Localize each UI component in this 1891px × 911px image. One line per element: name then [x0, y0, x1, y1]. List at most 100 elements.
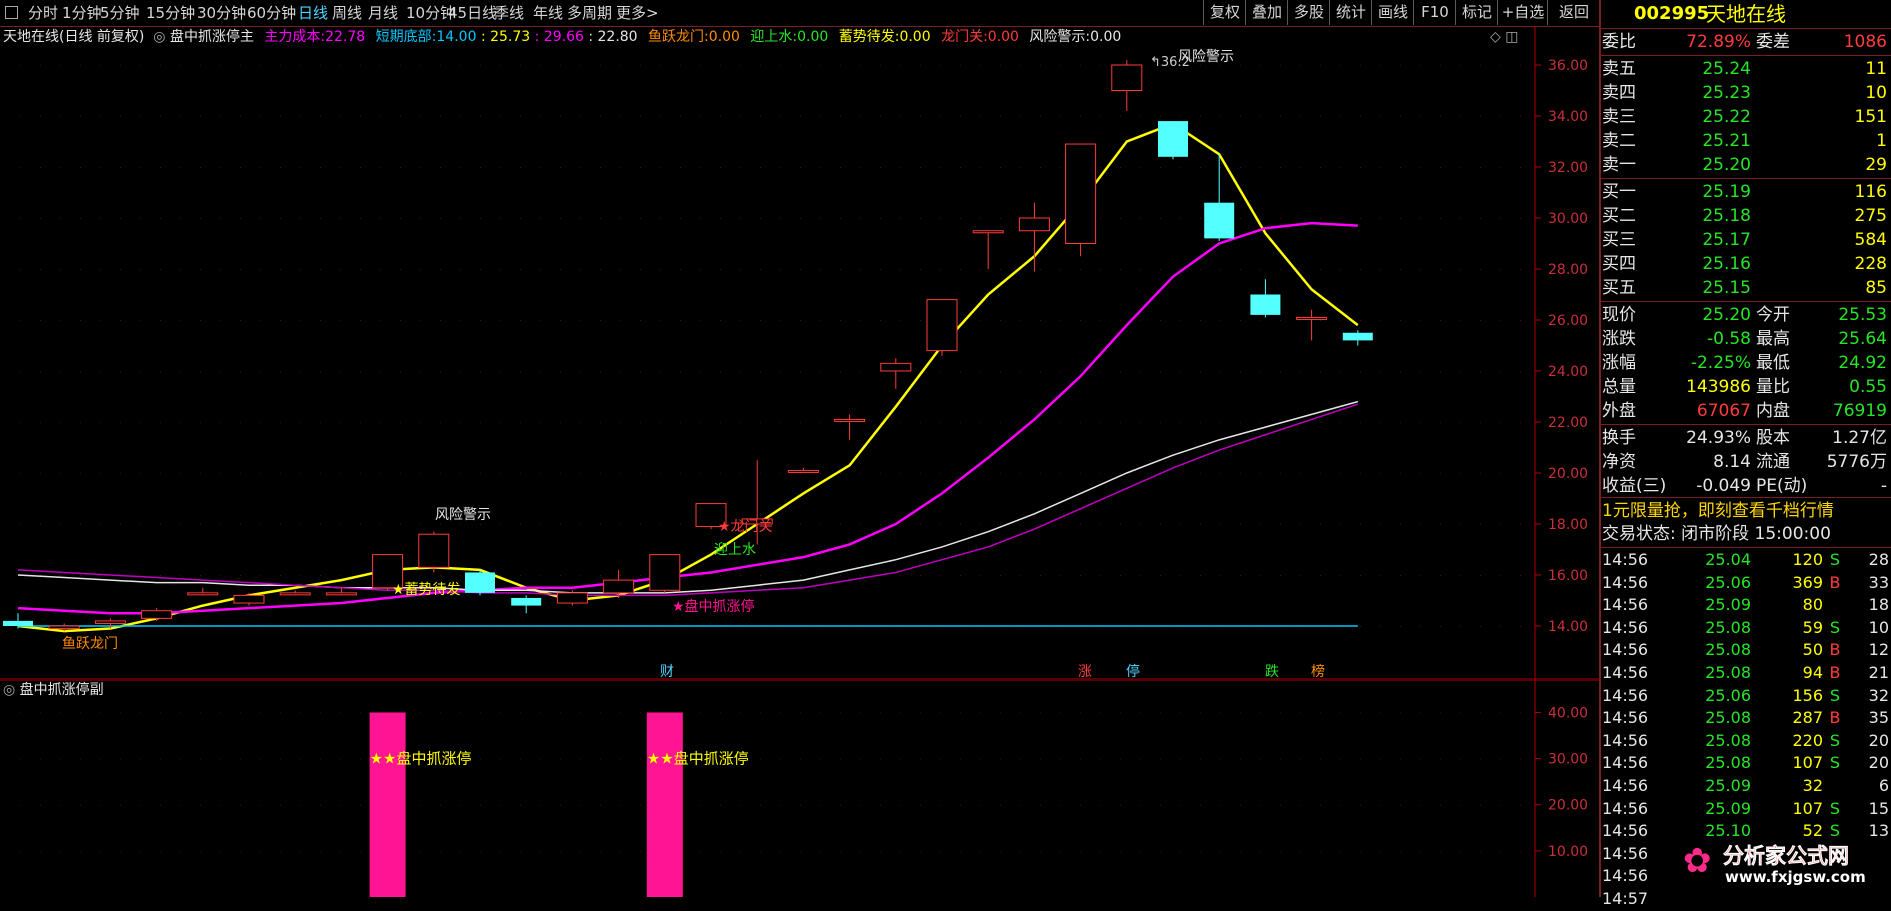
sub-grid-dot	[1400, 758, 1401, 760]
grid-dot	[1240, 218, 1241, 219]
grid-dot	[400, 473, 401, 474]
main-kline-chart[interactable]: 14.00 16.00 18.00 20.00 22.00 24.00 26.00 28.00…	[0, 26, 1599, 680]
grid-dot	[240, 524, 241, 525]
grid-dot	[460, 167, 461, 168]
grid-dot	[40, 218, 41, 219]
grid-dot	[600, 473, 601, 474]
tick-time: 14:56	[1602, 843, 1649, 863]
tab-0[interactable]: 分时	[28, 2, 58, 24]
grid-dot	[180, 167, 181, 168]
chart-options-icon[interactable]: ◇ ◫	[1490, 27, 1518, 47]
grid-dot	[120, 473, 121, 474]
grid-dot	[1100, 371, 1101, 372]
grid-dot	[360, 218, 361, 219]
grid-dot	[300, 65, 301, 66]
sub-collapse-icon[interactable]: ◎	[3, 682, 20, 698]
tab-5[interactable]: 60分钟	[247, 2, 296, 24]
tab-6[interactable]: 日线	[298, 2, 328, 24]
toolbar-btn-4[interactable]: 画线	[1371, 0, 1414, 25]
promo-banner[interactable]: 1元限量抢，即刻查看千档行情	[1602, 499, 1891, 523]
grid-dot	[460, 473, 461, 474]
grid-dot	[1260, 371, 1261, 372]
tab-3[interactable]: 15分钟	[146, 2, 195, 24]
toolbar-btn-7[interactable]: +自选	[1497, 0, 1548, 25]
grid-dot	[900, 473, 901, 474]
sub-grid-dot	[1180, 758, 1181, 760]
tab-14[interactable]: 更多>	[616, 2, 659, 24]
sub-grid-dot	[200, 712, 201, 714]
grid-dot	[960, 218, 961, 219]
tick-time: 14:56	[1602, 798, 1649, 818]
sub-grid-dot	[880, 758, 881, 760]
grid-dot	[920, 116, 921, 117]
bid-row-3: 买四 25.16 228	[1601, 252, 1891, 276]
grid-dot	[520, 524, 521, 525]
grid-dot	[1420, 116, 1421, 117]
toolbar-btn-3[interactable]: 统计	[1329, 0, 1372, 25]
window-menu-icon[interactable]	[5, 6, 18, 19]
toolbar-btn-1[interactable]: 叠加	[1245, 0, 1288, 25]
grid-dot	[800, 575, 801, 576]
tab-4[interactable]: 30分钟	[197, 2, 246, 24]
ask-label: 卖三	[1602, 107, 1636, 127]
grid-dot	[700, 167, 701, 168]
sub-grid-dot	[200, 804, 201, 806]
sub-grid-dot	[1100, 850, 1101, 852]
fund-row-1: 净资 8.14 流通 5776万	[1601, 450, 1891, 474]
tab-8[interactable]: 月线	[368, 2, 398, 24]
grid-dot	[980, 65, 981, 66]
grid-dot	[380, 371, 381, 372]
sub-grid-dot	[60, 758, 61, 760]
toolbar-btn-5[interactable]: F10	[1413, 0, 1456, 25]
tab-1[interactable]: 1分钟	[62, 2, 102, 24]
tab-10[interactable]: 45日线	[448, 2, 497, 24]
toolbar-btn-2[interactable]: 多股	[1287, 0, 1330, 25]
tick-row-9: 14:56 25.08 107 S 20	[1601, 752, 1891, 775]
sub-grid-dot	[700, 850, 701, 852]
sub-grid-dot	[1040, 804, 1041, 806]
indicator-name[interactable]: 盘中抓涨停主	[170, 29, 254, 45]
grid-dot	[1460, 626, 1461, 627]
grid-dot	[780, 218, 781, 219]
tab-2[interactable]: 5分钟	[100, 2, 140, 24]
grid-dot	[1480, 167, 1481, 168]
grid-dot	[620, 269, 621, 270]
grid-dot	[660, 320, 661, 321]
grid-dot	[1520, 320, 1521, 321]
grid-dot	[320, 524, 321, 525]
grid-dot	[1000, 65, 1001, 66]
grid-dot	[840, 422, 841, 423]
grid-dot	[180, 473, 181, 474]
tab-12[interactable]: 年线	[533, 2, 563, 24]
grid-dot	[160, 167, 161, 168]
bid-label: 买二	[1602, 206, 1636, 226]
toolbar-btn-8[interactable]: 返回	[1547, 0, 1600, 25]
grid-dot	[620, 422, 621, 423]
sub-grid-dot	[1160, 850, 1161, 852]
tick-count: 6	[1878, 776, 1889, 795]
grid-dot	[920, 575, 921, 576]
tab-7[interactable]: 周线	[332, 2, 362, 24]
tab-11[interactable]: 季线	[494, 2, 524, 24]
sub-indicator-chart[interactable]: 10.00 20.00 30.00 40.00 ★★盘中抓涨停 ★★盘中抓涨停 ◎ 盘中抓…	[0, 679, 1599, 897]
tab-13[interactable]: 多周期	[567, 2, 612, 24]
sub-grid-dot	[920, 758, 921, 760]
collapse-icon[interactable]: ◎	[149, 29, 165, 45]
sub-grid-dot	[1060, 712, 1061, 714]
tick-time: 14:56	[1602, 866, 1649, 886]
grid-dot	[60, 371, 61, 372]
grid-dot	[420, 524, 421, 525]
bid-vol: 116	[1854, 182, 1887, 202]
ask-vol: 1	[1876, 131, 1887, 151]
quote-label-b: 内盘	[1756, 401, 1790, 421]
toolbar-btn-6[interactable]: 标记	[1455, 0, 1498, 25]
sub-indicator-name[interactable]: 盘中抓涨停副	[20, 682, 104, 698]
grid-dot	[180, 116, 181, 117]
grid-dot	[200, 320, 201, 321]
toolbar-btn-0[interactable]: 复权	[1203, 0, 1246, 25]
grid-dot	[1140, 320, 1141, 321]
tick-price: 25.08	[1705, 617, 1751, 637]
grid-dot	[1440, 320, 1441, 321]
tick-row-5: 14:56 25.08 94 B 21	[1601, 662, 1891, 685]
grid-dot	[1500, 371, 1501, 372]
